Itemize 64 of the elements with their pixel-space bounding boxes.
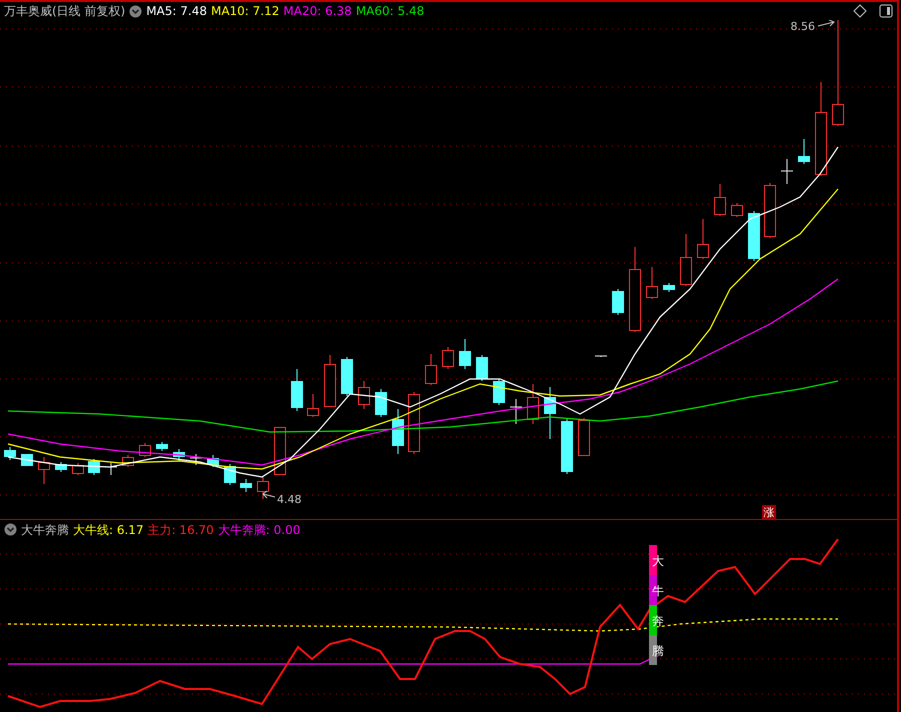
candlestick: [324, 354, 336, 408]
candlestick: [663, 282, 675, 292]
rise-marker: 涨: [762, 505, 776, 519]
candlestick: [122, 454, 134, 468]
leader-arrow: [818, 20, 835, 26]
candlestick: [612, 288, 624, 316]
candlestick: [341, 356, 353, 396]
ma-indicator: MA5: 7.48: [146, 3, 207, 20]
candlestick: [291, 368, 303, 412]
candlestick: [646, 266, 658, 300]
candlestick: [561, 418, 573, 474]
candlestick: [173, 448, 185, 462]
indicator-value: 大牛线: 6.17: [73, 522, 144, 538]
candlestick: [240, 478, 252, 492]
candlestick: [72, 462, 84, 476]
candlestick: [510, 398, 522, 424]
indicator-value: 主力: 16.70: [148, 522, 214, 538]
stock-title: 万丰奥威(日线 前复权): [4, 3, 126, 20]
ma-indicator: MA60: 5.48: [356, 3, 424, 20]
candlestick: [55, 462, 67, 472]
candlestick: [375, 388, 387, 418]
candlestick: [594, 356, 608, 358]
low-price-label: 4.48: [277, 493, 302, 506]
candlestick: [408, 392, 420, 454]
candlestick: [358, 380, 370, 410]
diamond-icon[interactable]: [853, 4, 867, 18]
ma-indicator: MA20: 6.38: [283, 3, 352, 20]
leader-arrow: [262, 490, 276, 498]
candlestick: [731, 202, 743, 218]
candlestick: [156, 442, 168, 452]
candlestick: [697, 218, 709, 260]
candlestick: [748, 210, 760, 262]
candlestick: [764, 182, 776, 238]
candlestick: [527, 384, 539, 424]
signal-segment: 腾: [649, 635, 664, 665]
dropdown-icon[interactable]: [4, 523, 17, 536]
candlestick: [459, 338, 471, 370]
candlestick: [798, 138, 810, 164]
candlestick: [392, 408, 404, 454]
candlestick: [88, 458, 100, 476]
candlestick: [139, 442, 151, 458]
candlestick: [207, 454, 219, 468]
candlestick: [257, 476, 269, 500]
candlestick: [476, 354, 488, 382]
candlestick: [544, 386, 556, 440]
candlestick: [714, 184, 726, 216]
candlestick: [680, 234, 692, 286]
candlestick: [307, 394, 319, 418]
candlestick: [578, 418, 590, 456]
ma-indicator: MA10: 7.12: [210, 3, 280, 20]
candlestick: [442, 346, 454, 370]
candlestick: [780, 158, 794, 184]
high-price-label: 8.56: [790, 20, 815, 33]
candlestick: [493, 378, 505, 406]
dropdown-icon[interactable]: [129, 4, 142, 18]
candlestick: [21, 454, 33, 466]
candlestick: [4, 446, 16, 460]
candlestick: [38, 456, 50, 484]
panel-toggle-icon[interactable]: [879, 4, 893, 18]
indicator-value: 大牛奔腾: 0.00: [218, 522, 300, 538]
indicator-title: 大牛奔腾: [21, 522, 69, 538]
candlestick: [274, 426, 286, 476]
candlestick: [425, 354, 437, 386]
candlestick: [190, 454, 202, 466]
